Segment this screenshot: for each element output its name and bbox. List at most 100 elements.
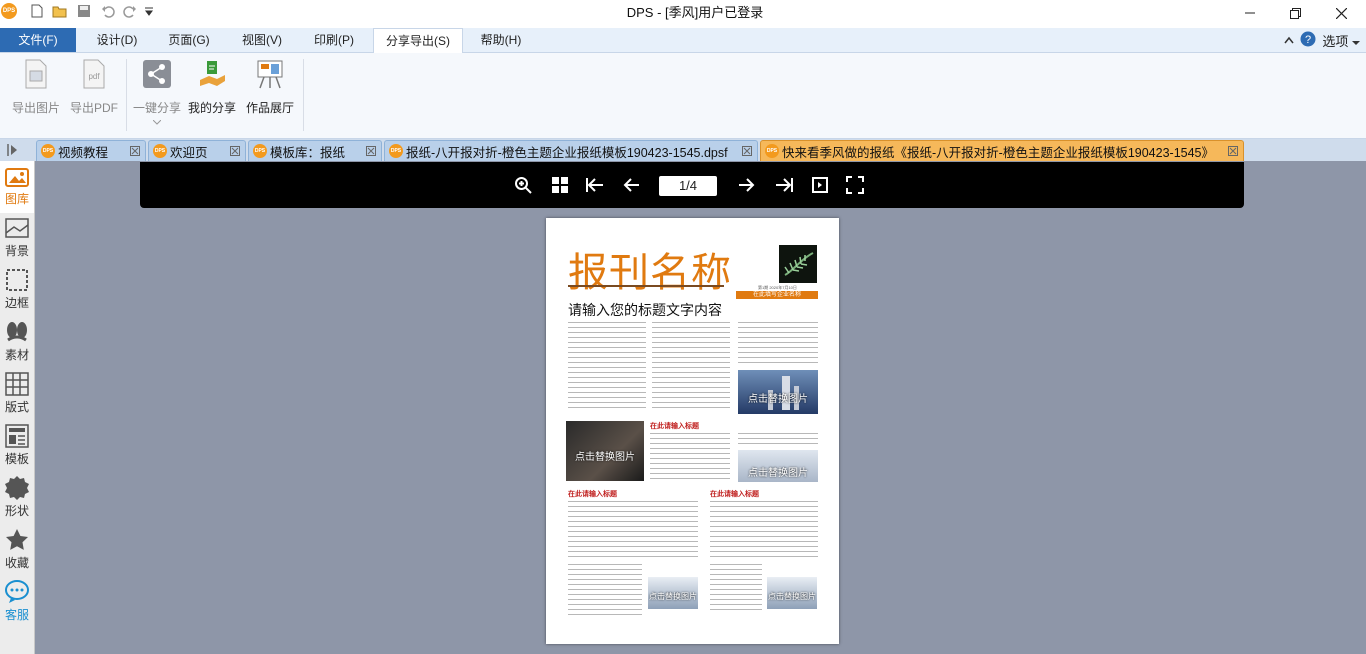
- shape-icon: [4, 475, 30, 501]
- easel-icon: [255, 59, 285, 89]
- thumbnail-grid-icon[interactable]: [549, 174, 571, 196]
- close-window-button[interactable]: [1318, 0, 1364, 26]
- photo-placeholder[interactable]: 点击替换图片: [566, 421, 644, 481]
- menu-view[interactable]: 视图(V): [231, 28, 293, 52]
- window-title: DPS - [季风]用户已登录: [626, 5, 764, 20]
- border-icon: [4, 267, 30, 293]
- tab-welcome[interactable]: DPS 欢迎页: [148, 140, 246, 161]
- tab-label: 视频教程: [58, 145, 109, 160]
- panel-customer-service[interactable]: 客服: [0, 577, 34, 629]
- photo-placeholder-label: 点击替换图片: [748, 393, 808, 405]
- photo-placeholder[interactable]: 点击替换图片: [738, 450, 818, 482]
- export-image-icon: [21, 59, 51, 89]
- dps-logo-icon: DPS: [153, 144, 167, 158]
- photo-placeholder-label: 点击替换图片: [575, 452, 635, 463]
- zoom-in-icon[interactable]: [512, 174, 534, 196]
- collapse-ribbon-icon[interactable]: [1284, 33, 1294, 47]
- body-text: [652, 320, 730, 410]
- dps-logo-icon: DPS: [765, 144, 779, 158]
- panel-label: 背景: [4, 244, 29, 258]
- tab-video-tutorial[interactable]: DPS 视频教程: [36, 140, 146, 161]
- photo-placeholder[interactable]: 点击替换图片: [648, 577, 698, 609]
- photo-placeholder-label: 点击替换图片: [649, 592, 697, 602]
- ribbon-separator: [126, 59, 127, 131]
- tab-newspaper-file[interactable]: DPS 报纸-八开报对折-橙色主题企业报纸模板190423-1545.dpsf: [384, 140, 758, 161]
- newspaper-page: 报刊名称 第1期 2020年7月10日 在此填写企业名称 请输入您的标题文字内容…: [546, 218, 839, 644]
- my-shares-icon: [197, 59, 227, 89]
- panel-border[interactable]: 边框: [0, 265, 34, 317]
- close-icon[interactable]: [129, 145, 141, 157]
- masthead-title: 报刊名称: [568, 250, 732, 296]
- tab-label: 模板库：报纸: [270, 145, 346, 160]
- works-gallery-label: 作品展厅: [245, 101, 294, 115]
- menu-page[interactable]: 页面(G): [158, 28, 220, 52]
- menu-file[interactable]: 文件(F): [0, 28, 76, 52]
- viewer-toolbar: 1/4: [140, 162, 1244, 208]
- left-tool-panel: 图库 背景 边框 素材 版式 模板 形状 收藏 客服: [0, 161, 35, 654]
- panel-shapes[interactable]: 形状: [0, 473, 34, 525]
- panel-materials[interactable]: 素材: [0, 317, 34, 369]
- panel-gallery[interactable]: 图库: [0, 161, 34, 213]
- menu-bar: 文件(F) 设计(D) 页面(G) 视图(V) 印刷(P) 分享导出(S) 帮助…: [0, 28, 1366, 53]
- one-click-share-button[interactable]: 一键分享: [130, 59, 184, 131]
- minimize-button[interactable]: [1227, 0, 1273, 26]
- last-page-icon[interactable]: [773, 174, 795, 196]
- options-menu[interactable]: 选项: [1322, 31, 1360, 50]
- menu-print[interactable]: 印刷(P): [303, 28, 365, 52]
- my-shares-button[interactable]: 我的分享: [186, 59, 238, 131]
- dps-logo-icon: DPS: [41, 144, 55, 158]
- my-shares-label: 我的分享: [187, 101, 236, 115]
- panel-favorites[interactable]: 收藏: [0, 525, 34, 577]
- close-icon[interactable]: [741, 145, 753, 157]
- next-page-icon[interactable]: [736, 174, 758, 196]
- menu-share-export[interactable]: 分享导出(S): [373, 28, 463, 53]
- body-text: [710, 562, 762, 612]
- export-image-button[interactable]: 导出图片: [10, 59, 62, 131]
- panel-label: 图库: [4, 192, 29, 206]
- expand-panel-icon[interactable]: [6, 142, 24, 158]
- panel-template[interactable]: 模板: [0, 421, 34, 473]
- panel-label: 模板: [4, 452, 29, 466]
- close-icon[interactable]: [229, 145, 241, 157]
- chevron-down-icon: [153, 120, 161, 125]
- pdf-icon-text: pdf: [88, 72, 100, 81]
- help-icon[interactable]: ?: [1300, 31, 1316, 50]
- section-heading: 在此请输入标题: [568, 491, 617, 498]
- close-icon[interactable]: [1227, 145, 1239, 157]
- export-pdf-button[interactable]: pdf 导出PDF: [66, 59, 122, 131]
- masthead-photo[interactable]: [779, 245, 817, 283]
- document-tab-bar: DPS 视频教程 DPS 欢迎页 DPS 模板库：报纸 DPS 报纸-八开报对折…: [0, 139, 1366, 161]
- first-page-icon[interactable]: [584, 174, 606, 196]
- restore-button[interactable]: [1272, 0, 1318, 26]
- menu-help[interactable]: 帮助(H): [470, 28, 532, 52]
- close-icon[interactable]: [365, 145, 377, 157]
- fullscreen-icon[interactable]: [844, 174, 866, 196]
- works-gallery-button[interactable]: 作品展厅: [243, 59, 297, 131]
- export-image-label: 导出图片: [11, 101, 60, 115]
- panel-label: 版式: [4, 400, 29, 414]
- photo-placeholder[interactable]: 点击替换图片: [738, 370, 818, 414]
- template-icon: [4, 423, 30, 449]
- chat-icon: [4, 579, 30, 605]
- panel-layout[interactable]: 版式: [0, 369, 34, 421]
- tab-share-preview[interactable]: DPS 快来看季风做的报纸《报纸-八开报对折-橙色主题企业报纸模板190423-…: [760, 140, 1244, 161]
- page-indicator[interactable]: 1/4: [659, 176, 717, 196]
- ribbon-share-export: 导出图片 pdf 导出PDF 一键分享 我的分享 作品展厅: [0, 53, 1366, 139]
- title-bar: DPS DPS - [季风]用户已登录: [0, 0, 1366, 28]
- tab-label: 快来看季风做的报纸《报纸-八开报对折-橙色主题企业报纸模板190423-1545…: [782, 145, 1215, 160]
- body-text: [568, 562, 642, 616]
- previous-page-icon[interactable]: [620, 174, 642, 196]
- share-icon: [142, 59, 172, 89]
- panel-label: 边框: [4, 296, 29, 310]
- panel-label: 形状: [4, 504, 29, 518]
- star-icon: [4, 527, 30, 553]
- tab-template-library[interactable]: DPS 模板库：报纸: [248, 140, 382, 161]
- tab-label: 报纸-八开报对折-橙色主题企业报纸模板190423-1545.dpsf: [406, 145, 728, 160]
- body-text: [710, 499, 818, 557]
- fit-page-icon[interactable]: [809, 174, 831, 196]
- menu-design[interactable]: 设计(D): [86, 28, 148, 52]
- one-click-share-label: 一键分享: [132, 101, 181, 115]
- photo-placeholder[interactable]: 点击替换图片: [767, 577, 817, 609]
- headline: 请输入您的标题文字内容: [568, 302, 722, 318]
- panel-background[interactable]: 背景: [0, 213, 34, 265]
